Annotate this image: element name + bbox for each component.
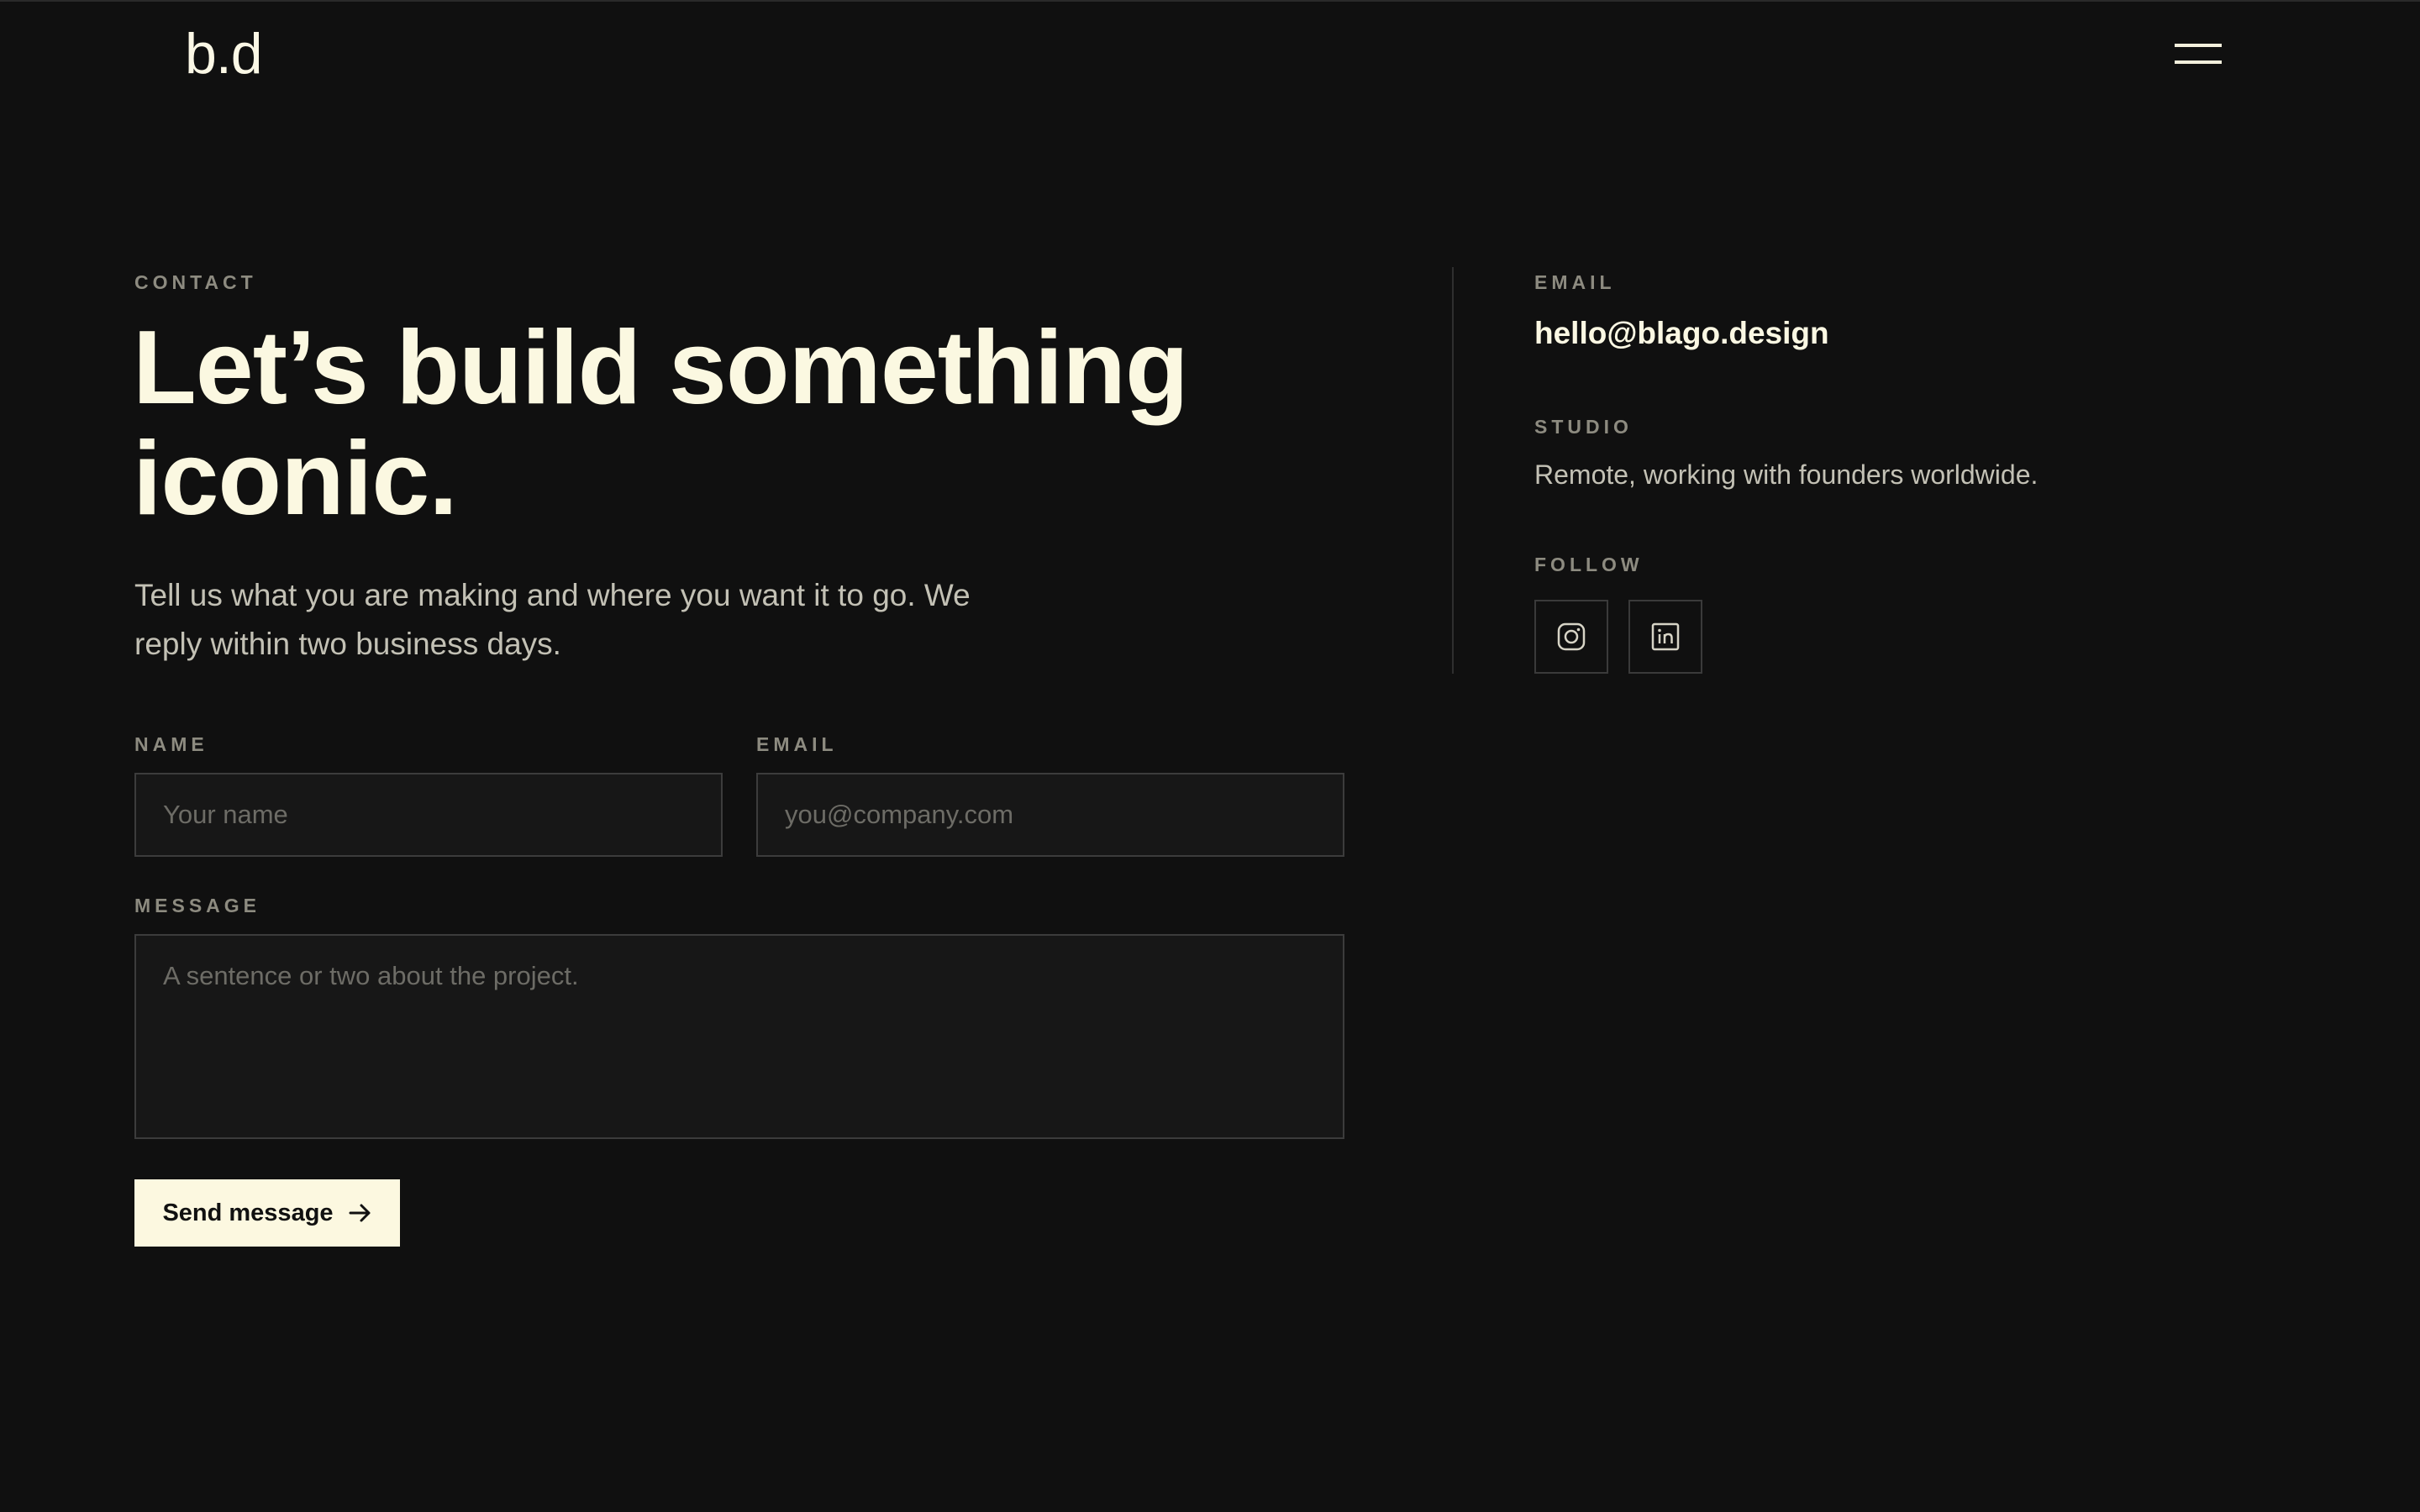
email-label: EMAIL <box>756 733 838 755</box>
page-title: Let’s build something iconic. <box>133 310 1189 537</box>
hamburger-menu-icon <box>2175 44 2222 47</box>
instagram-link[interactable] <box>1534 600 1608 674</box>
section-eyebrow: CONTACT <box>134 271 257 293</box>
send-message-label: Send message <box>162 1199 334 1226</box>
top-border <box>0 0 2420 2</box>
message-label: MESSAGE <box>134 895 261 916</box>
message-textarea[interactable] <box>134 934 1344 1139</box>
studio-description: Remote, working with founders worldwide. <box>1534 459 2039 490</box>
name-label: NAME <box>134 733 208 755</box>
menu-button[interactable] <box>2165 29 2232 79</box>
site-logo[interactable]: b.d <box>185 22 263 86</box>
email-input[interactable] <box>756 773 1344 857</box>
instagram-icon <box>1557 622 1586 651</box>
linkedin-link[interactable] <box>1628 600 1702 674</box>
intro-text: Tell us what you are making and where yo… <box>134 578 971 661</box>
arrow-right-icon <box>349 1204 371 1222</box>
contact-email-link[interactable]: hello@blago.design <box>1534 314 1829 353</box>
hamburger-menu-icon-line <box>2175 60 2222 64</box>
name-input[interactable] <box>134 773 723 857</box>
aside-email-label: EMAIL <box>1534 271 1616 293</box>
studio-label: STUDIO <box>1534 416 1633 438</box>
linkedin-icon <box>1651 622 1680 651</box>
column-divider <box>1452 267 1454 674</box>
send-message-button[interactable]: Send message <box>134 1179 400 1247</box>
follow-label: FOLLOW <box>1534 554 1644 575</box>
